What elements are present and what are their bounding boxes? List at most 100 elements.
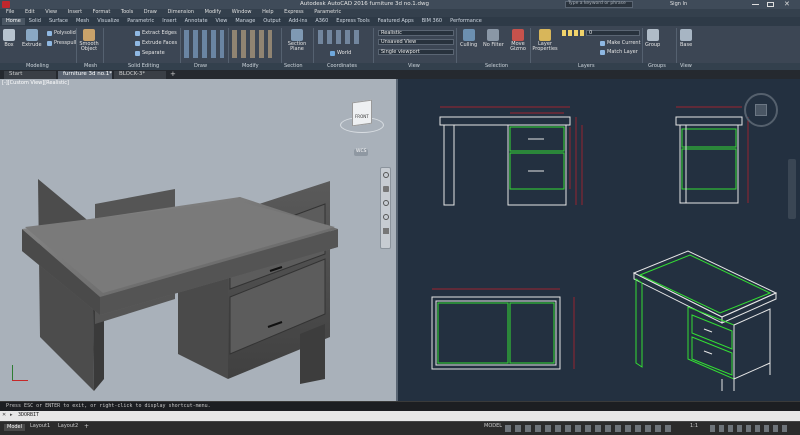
menu-express[interactable]: Express [284, 10, 304, 15]
viewcube-box[interactable] [352, 99, 372, 127]
menu-file[interactable]: File [6, 10, 14, 15]
panel-section[interactable]: Section [284, 64, 303, 69]
drafting-toggles[interactable] [505, 425, 675, 432]
close-icon[interactable]: ✕ [784, 1, 790, 8]
compass-viewcube[interactable] [744, 93, 778, 127]
menu-modify[interactable]: Modify [205, 10, 222, 15]
tab-express-tools[interactable]: Express Tools [332, 18, 373, 25]
no-filter-button[interactable]: No Filter [483, 29, 504, 48]
doc-tab-start[interactable]: Start [4, 71, 56, 79]
orbit-icon[interactable] [383, 214, 389, 220]
tab-performance[interactable]: Performance [446, 18, 486, 25]
extract-edges-button[interactable]: Extract Edges [135, 30, 177, 36]
extrude-button[interactable]: Extrude [22, 29, 42, 48]
tab-bim360[interactable]: BIM 360 [418, 18, 446, 25]
ucs-world-selector[interactable]: World [330, 50, 351, 56]
tab-annotate[interactable]: Annotate [181, 18, 212, 25]
layout-tab-model[interactable]: Model [4, 424, 26, 431]
section-plane-button[interactable]: Section Plane [286, 29, 308, 52]
layer-state-icons[interactable] [562, 30, 584, 36]
compass-top-face[interactable] [755, 104, 767, 116]
panel-modeling[interactable]: Modeling [26, 64, 49, 69]
command-line[interactable]: ✕ ▸ 3DORBIT [0, 411, 800, 421]
doc-tab-furniture[interactable]: furniture 3d no.1* [58, 71, 112, 79]
menu-dimension[interactable]: Dimension [167, 10, 194, 15]
tab-insert[interactable]: Insert [158, 18, 180, 25]
extrude-faces-button[interactable]: Extrude Faces [135, 40, 177, 46]
new-tab-button[interactable]: + [170, 71, 176, 78]
presspull-button[interactable]: Presspull [47, 40, 76, 46]
panel-view[interactable]: View [408, 64, 420, 69]
navigation-bar-right[interactable] [788, 159, 796, 219]
viewport-3d[interactable]: [-][Custom View][Realistic] FRONT WCS [0, 79, 396, 401]
tab-manage[interactable]: Manage [231, 18, 259, 25]
close-command-icon[interactable]: ✕ [2, 413, 6, 418]
layer-properties-button[interactable]: Layer Properties [532, 29, 558, 52]
tab-output[interactable]: Output [259, 18, 284, 25]
culling-button[interactable]: Culling [460, 29, 477, 48]
command-input[interactable]: 3DORBIT [18, 413, 39, 418]
menu-insert[interactable]: Insert [68, 10, 82, 15]
doc-tab-block3[interactable]: BLOCK-3* [114, 71, 166, 79]
navigation-bar[interactable] [380, 167, 391, 249]
tab-parametric[interactable]: Parametric [123, 18, 158, 25]
layout-tab-layout1[interactable]: Layout1 [30, 424, 50, 429]
status-settings-icons[interactable] [710, 425, 790, 432]
tab-surface[interactable]: Surface [45, 18, 72, 25]
tab-visualize[interactable]: Visualize [93, 18, 123, 25]
panel-solid-editing[interactable]: Solid Editing [128, 64, 159, 69]
tab-a360[interactable]: A360 [311, 18, 332, 25]
tab-home[interactable]: Home [2, 18, 25, 25]
polysolid-button[interactable]: Polysolid [47, 30, 76, 36]
tab-add-ins[interactable]: Add-ins [285, 18, 312, 25]
sign-in-button[interactable]: Sign In [670, 2, 687, 7]
viewport-2d-drawing[interactable] [398, 79, 800, 401]
separate-button[interactable]: Separate [135, 50, 165, 56]
menu-tools[interactable]: Tools [121, 10, 133, 15]
menu-window[interactable]: Window [232, 10, 252, 15]
panel-layers[interactable]: Layers [578, 64, 595, 69]
panel-modify[interactable]: Modify [242, 64, 259, 69]
panel-mesh[interactable]: Mesh [84, 64, 97, 69]
move-gizmo-button[interactable]: Move Gizmo [508, 29, 528, 52]
zoom-icon[interactable] [383, 200, 389, 206]
menu-parametric[interactable]: Parametric [314, 10, 341, 15]
named-view-dropdown[interactable]: Unsaved View [378, 39, 454, 45]
layer-dropdown[interactable]: 0 [586, 30, 640, 36]
panel-draw[interactable]: Draw [194, 64, 207, 69]
minimize-icon[interactable] [752, 4, 759, 5]
tab-mesh[interactable]: Mesh [72, 18, 93, 25]
viewport-config-dropdown[interactable]: Single viewport [378, 49, 454, 55]
panel-groups[interactable]: Groups [648, 64, 666, 69]
make-current-button[interactable]: Make Current [600, 40, 641, 46]
panel-coordinates[interactable]: Coordinates [327, 64, 357, 69]
search-input[interactable]: Type a keyword or phrase [565, 1, 633, 8]
group-button[interactable]: Group [645, 29, 660, 48]
add-layout-button[interactable]: + [84, 424, 89, 430]
menu-edit[interactable]: Edit [25, 10, 35, 15]
menu-view[interactable]: View [45, 10, 57, 15]
menu-draw[interactable]: Draw [144, 10, 157, 15]
smooth-object-button[interactable]: Smooth Object [78, 29, 100, 52]
maximize-icon[interactable] [767, 2, 774, 7]
box-button[interactable]: Box [3, 29, 15, 48]
base-button[interactable]: Base [680, 29, 692, 48]
tab-featured-apps[interactable]: Featured Apps [374, 18, 418, 25]
visual-style-dropdown[interactable]: Realistic [378, 30, 454, 36]
viewcube[interactable]: FRONT [340, 99, 384, 139]
steering-wheel-icon[interactable] [383, 172, 389, 178]
wcs-menu[interactable]: WCS [354, 149, 369, 156]
app-logo[interactable] [2, 1, 10, 8]
tab-view[interactable]: View [212, 18, 232, 25]
panel-view-2[interactable]: View [680, 64, 692, 69]
pan-icon[interactable] [383, 186, 389, 192]
model-space-toggle[interactable]: MODEL [484, 424, 502, 429]
panel-selection[interactable]: Selection [485, 64, 508, 69]
menu-help[interactable]: Help [262, 10, 273, 15]
layout-tab-layout2[interactable]: Layout2 [58, 424, 78, 429]
tab-solid[interactable]: Solid [25, 18, 45, 25]
viewcube-front-label[interactable]: FRONT [355, 115, 369, 119]
showmotion-icon[interactable] [383, 228, 389, 234]
match-layer-button[interactable]: Match Layer [600, 49, 638, 55]
annotation-scale[interactable]: 1:1 [690, 424, 698, 429]
